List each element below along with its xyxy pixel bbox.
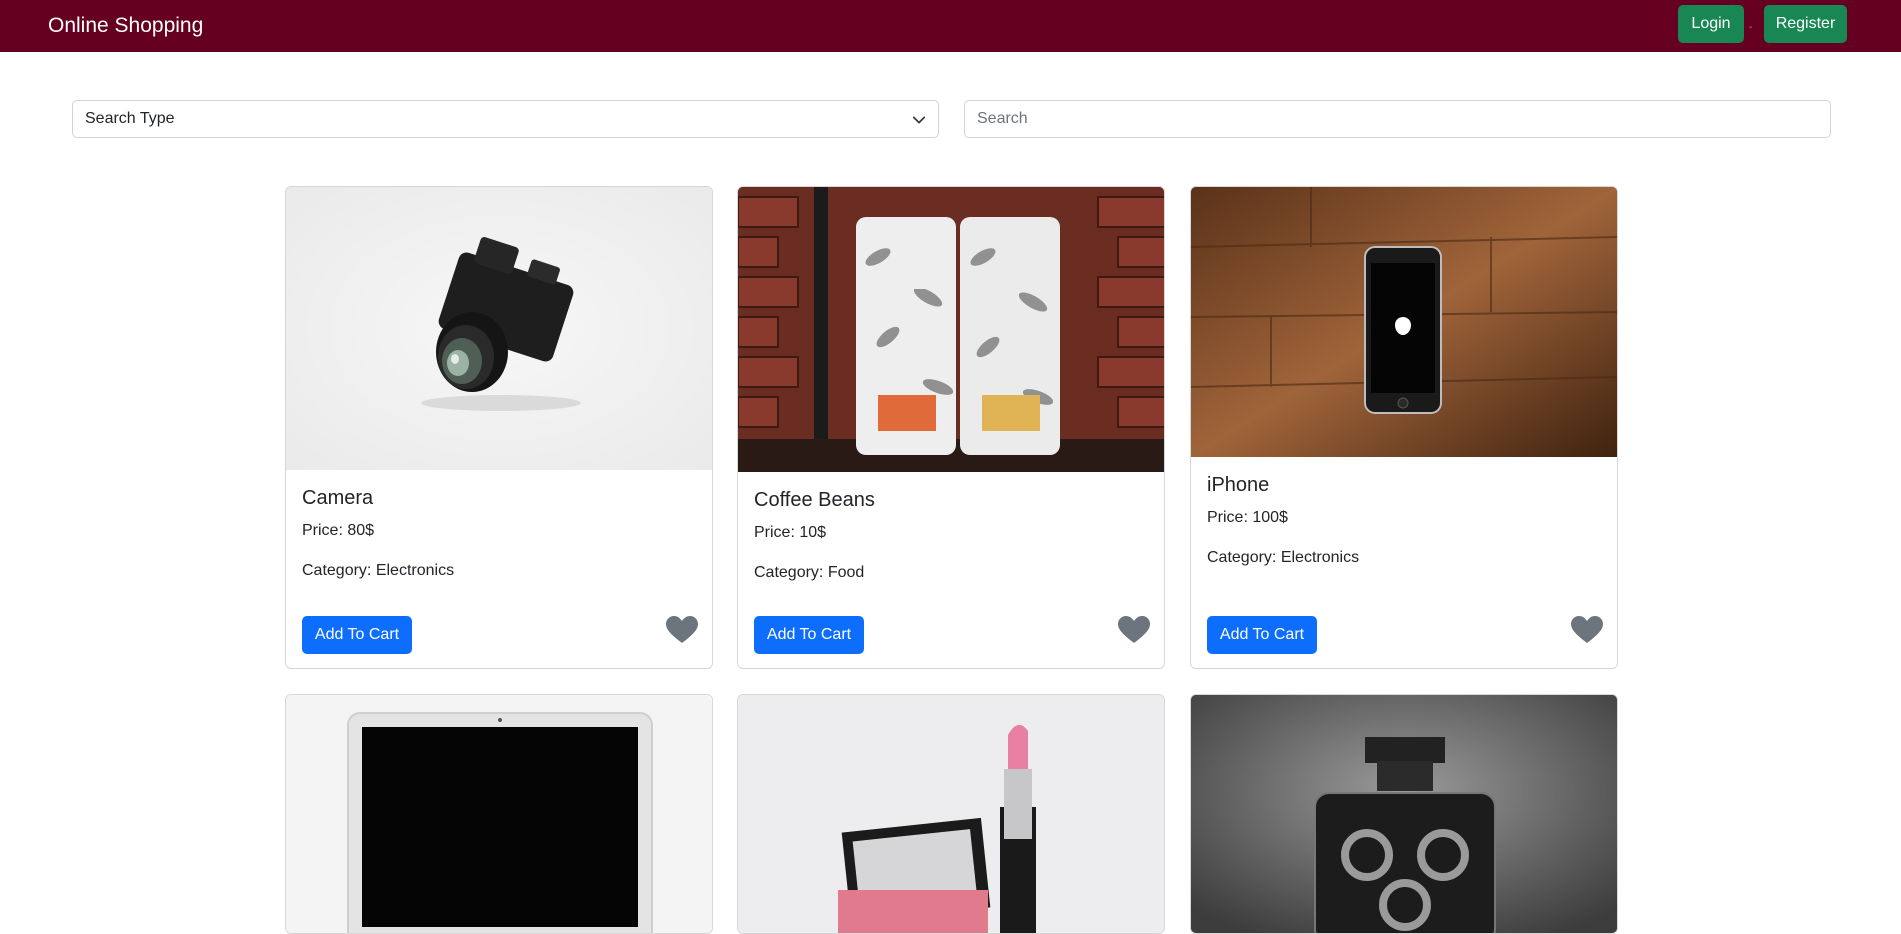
heart-icon[interactable] [1118, 616, 1150, 644]
product-image-perfume [1191, 695, 1617, 933]
product-image-camera [286, 187, 712, 470]
search-type-select[interactable]: Search Type [72, 100, 939, 138]
brand-title[interactable]: Online Shopping [48, 13, 203, 39]
add-to-cart-button[interactable]: Add To Cart [754, 616, 864, 654]
product-price: Price: 10$ [754, 524, 827, 541]
product-title: Camera [302, 487, 374, 509]
search-input[interactable] [964, 100, 1831, 138]
navbar: Online Shopping Login - Register [0, 0, 1901, 52]
product-image-coffee-beans [738, 187, 1164, 472]
product-image-lipstick [738, 695, 1164, 933]
product-card: Camera Price: 80$ Category: Electronics … [285, 186, 713, 669]
product-category: Category: Electronics [302, 562, 455, 579]
nav-separator: - [1749, 22, 1753, 33]
product-card: iPhone Price: 100$ Category: Electronics… [1190, 186, 1618, 669]
product-category: Category: Food [754, 564, 865, 581]
product-title: iPhone [1207, 474, 1270, 496]
product-image-iphone [1191, 187, 1617, 457]
heart-icon[interactable] [1571, 616, 1603, 644]
product-title: Coffee Beans [754, 489, 875, 511]
product-card [1190, 694, 1618, 934]
product-card: Coffee Beans Price: 10$ Category: Food A… [737, 186, 1165, 669]
product-card [285, 694, 713, 934]
login-button[interactable]: Login [1678, 5, 1744, 43]
chevron-down-icon [912, 116, 926, 124]
add-to-cart-button[interactable]: Add To Cart [302, 616, 412, 654]
register-button[interactable]: Register [1764, 5, 1847, 43]
product-card [737, 694, 1165, 934]
product-price: Price: 80$ [302, 522, 375, 539]
product-image-laptop [286, 695, 712, 933]
heart-icon[interactable] [666, 616, 698, 644]
search-type-selected: Search Type [85, 110, 175, 127]
product-category: Category: Electronics [1207, 549, 1360, 566]
product-price: Price: 100$ [1207, 509, 1288, 526]
add-to-cart-button[interactable]: Add To Cart [1207, 616, 1317, 654]
